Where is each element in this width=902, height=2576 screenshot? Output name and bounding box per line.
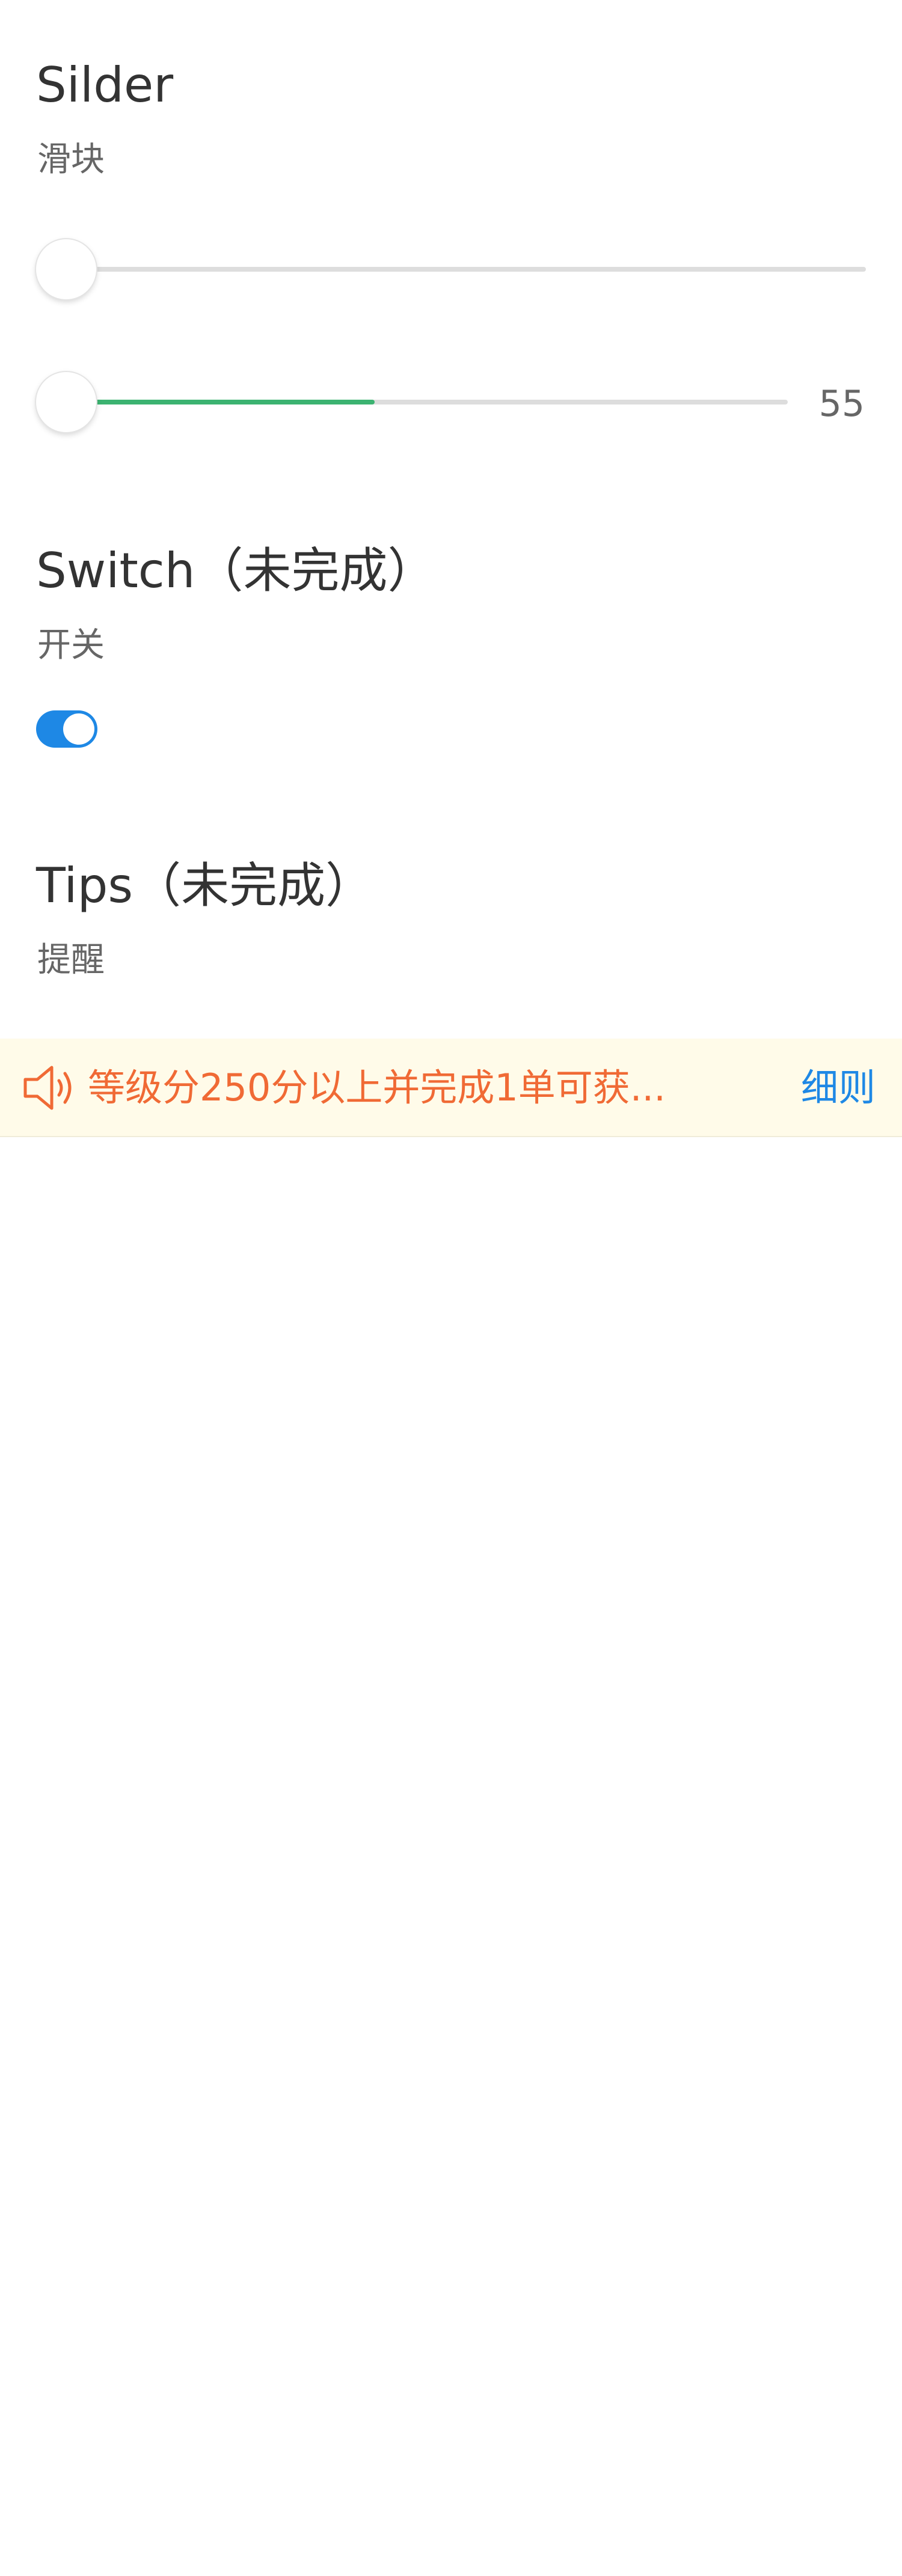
slider-section-subtitle: 滑块 bbox=[37, 140, 105, 179]
toggle-switch[interactable] bbox=[36, 710, 97, 748]
slider-section-title: Silder bbox=[36, 57, 174, 113]
slider-thumb[interactable] bbox=[36, 372, 96, 432]
slider-thumb[interactable] bbox=[36, 239, 96, 299]
slider-track[interactable] bbox=[36, 267, 866, 272]
switch-section-title: Switch（未完成） bbox=[36, 543, 436, 599]
slider-value-label: 55 bbox=[818, 383, 865, 425]
tips-section-title: Tips（未完成） bbox=[36, 858, 374, 914]
slider-with-value[interactable] bbox=[36, 369, 788, 435]
speaker-icon bbox=[22, 1063, 79, 1113]
tips-detail-link[interactable]: 细则 bbox=[801, 1063, 876, 1113]
slider-basic[interactable] bbox=[36, 236, 866, 302]
switch-section-subtitle: 开关 bbox=[37, 626, 105, 665]
tips-section-subtitle: 提醒 bbox=[37, 941, 105, 980]
toggle-switch-knob bbox=[63, 713, 94, 745]
slider-track[interactable] bbox=[36, 400, 788, 404]
tips-message: 等级分250分以上并完成1单可获... bbox=[88, 1066, 666, 1109]
tips-notice-bar: 等级分250分以上并完成1单可获... 细则 bbox=[0, 1039, 902, 1137]
